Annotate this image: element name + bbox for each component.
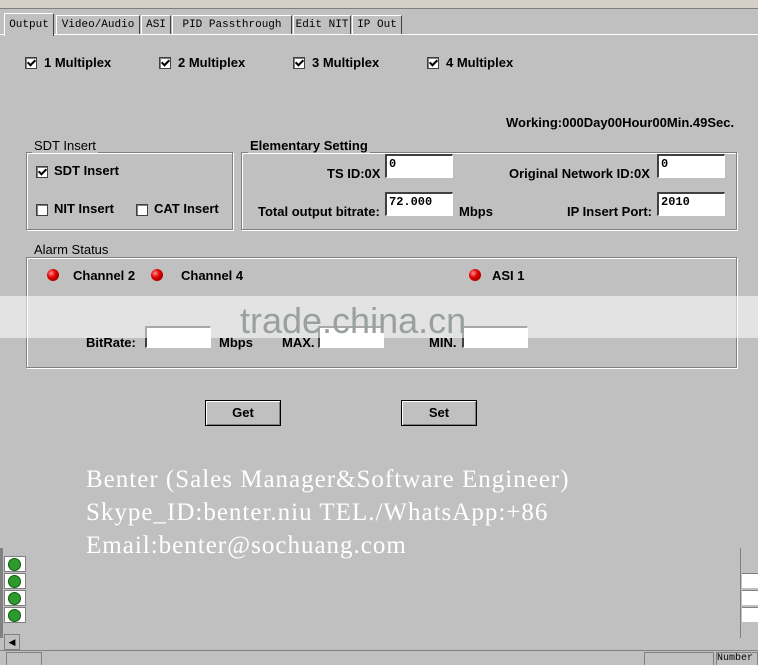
sdt-insert-group-title: SDT Insert (32, 138, 98, 153)
original-network-id-label: Original Network ID:0X (509, 166, 650, 181)
tree-row[interactable] (4, 556, 26, 572)
channel-2-alarm-led (47, 269, 59, 281)
tree-row[interactable] (4, 590, 26, 606)
left-panel-edge (0, 548, 3, 638)
multiplex-4-label: 4 Multiplex (446, 55, 514, 70)
original-network-id-input[interactable]: 0 (657, 154, 725, 178)
set-button[interactable]: Set (401, 400, 477, 426)
overlay-line-2: Skype_ID:benter.niu TEL./WhatsApp:+86 (86, 499, 549, 526)
tree-node-icon (8, 575, 21, 588)
multiplex-4-checkbox[interactable] (427, 57, 439, 69)
right-list-cell (742, 607, 758, 622)
tab-edit-nit[interactable]: Edit NIT (293, 15, 351, 35)
ts-id-input[interactable]: 0 (385, 154, 453, 178)
tab-video-audio[interactable]: Video/Audio (56, 15, 140, 35)
right-list-cell (742, 573, 758, 588)
nit-insert-label: NIT Insert (54, 201, 114, 216)
overlay-line-1: Benter (Sales Manager&Software Engineer) (86, 466, 570, 493)
nit-insert-checkbox[interactable] (36, 204, 48, 216)
multiplex-2-checkbox[interactable] (159, 57, 171, 69)
sdt-insert-checkbox[interactable] (36, 166, 48, 178)
tree-row[interactable] (4, 573, 26, 589)
tab-pid-passthrough[interactable]: PID Passthrough (172, 15, 292, 35)
multiplex-2-label: 2 Multiplex (178, 55, 246, 70)
right-list-cell (742, 590, 758, 605)
tab-ip-out[interactable]: IP Out (352, 15, 402, 35)
status-bar-panel (6, 652, 42, 665)
total-output-bitrate-input[interactable]: 72.000 (385, 192, 453, 216)
working-time-status: Working:000Day00Hour00Min.49Sec. (506, 115, 735, 130)
tree-node-icon (8, 592, 21, 605)
bitrate-unit-label: Mbps (459, 204, 493, 219)
top-toolbar-strip (0, 0, 758, 9)
multiplex-3-checkbox[interactable] (293, 57, 305, 69)
tab-divider (0, 34, 758, 35)
ts-id-label: TS ID:0X (327, 166, 381, 181)
tree-row[interactable] (4, 607, 26, 623)
watermark-text: trade.china.cn (240, 300, 467, 341)
ip-insert-port-label: IP Insert Port: (567, 204, 653, 219)
tree-node-icon (8, 558, 21, 571)
asi-1-label: ASI 1 (492, 268, 525, 283)
multiplex-3-label: 3 Multiplex (312, 55, 380, 70)
get-button[interactable]: Get (205, 400, 281, 426)
ip-insert-port-input[interactable]: 2010 (657, 192, 725, 216)
channel-4-alarm-led (151, 269, 163, 281)
total-output-bitrate-label: Total output bitrate: (258, 204, 380, 219)
tab-output[interactable]: Output (4, 13, 54, 36)
channel-2-label: Channel 2 (73, 268, 136, 283)
channel-4-label: Channel 4 (181, 268, 244, 283)
status-bar-panel (644, 652, 714, 665)
tab-asi[interactable]: ASI (141, 15, 171, 35)
multiplex-1-label: 1 Multiplex (44, 55, 112, 70)
multiplex-1-checkbox[interactable] (25, 57, 37, 69)
cat-insert-checkbox[interactable] (136, 204, 148, 216)
tree-node-icon (8, 609, 21, 622)
overlay-line-3: Email:benter@sochuang.com (86, 532, 407, 559)
status-number-label: Number (716, 652, 758, 665)
cat-insert-label: CAT Insert (154, 201, 219, 216)
alarm-status-title: Alarm Status (32, 242, 111, 257)
asi-1-alarm-led (469, 269, 481, 281)
sdt-insert-label: SDT Insert (54, 163, 120, 178)
elementary-setting-title: Elementary Setting (248, 138, 370, 153)
scroll-left-arrow-icon[interactable]: ◀ (4, 634, 20, 650)
